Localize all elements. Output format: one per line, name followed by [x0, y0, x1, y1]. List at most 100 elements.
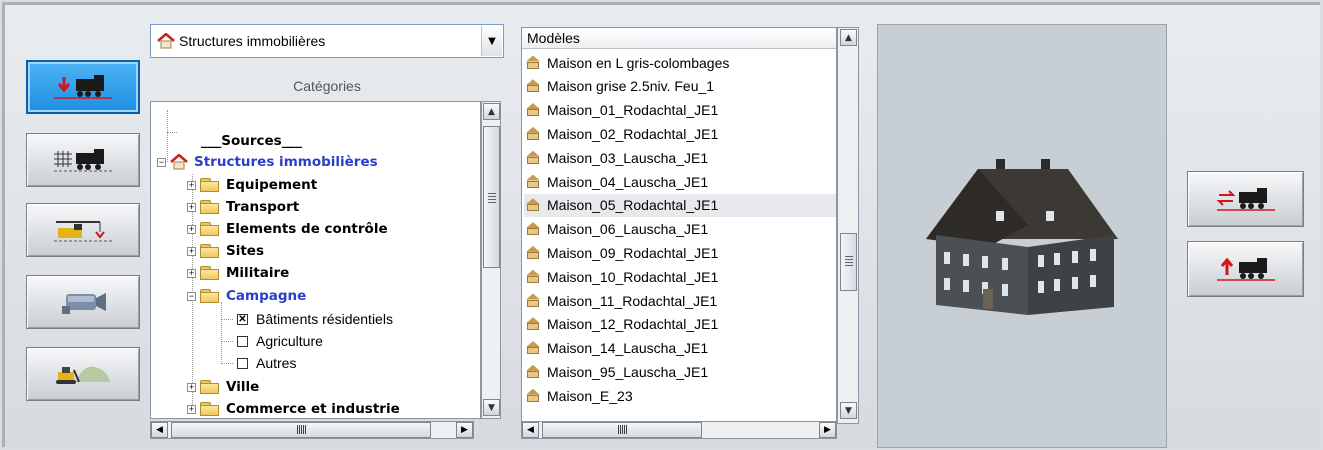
- category-select[interactable]: Structures immobilières ▼: [150, 24, 504, 58]
- list-item-label: Maison_06_Lauscha_JE1: [547, 221, 709, 238]
- chevron-down-icon[interactable]: ▼: [481, 26, 502, 56]
- list-item[interactable]: Maison_E_23: [524, 384, 836, 407]
- list-item[interactable]: Maison_05_Rodachtal_JE1: [524, 193, 836, 217]
- list-item[interactable]: Maison_11_Rodachtal_JE1: [524, 289, 836, 312]
- building-icon: [524, 317, 544, 331]
- expand-icon[interactable]: +: [187, 246, 196, 256]
- folder-icon: [200, 379, 220, 395]
- list-item-label: Maison_14_Lauscha_JE1: [547, 340, 709, 357]
- scroll-thumb[interactable]: [483, 126, 500, 268]
- checkbox-icon[interactable]: [237, 357, 248, 369]
- scroll-thumb[interactable]: [840, 233, 857, 291]
- building-icon: [524, 198, 544, 212]
- list-item-label: Maison grise 2.5niv. Feu_1: [547, 78, 715, 95]
- category-select-value: Structures immobilières: [179, 33, 326, 49]
- list-item-label: Maison_95_Lauscha_JE1: [547, 363, 709, 380]
- list-item[interactable]: Maison_01_Rodachtal_JE1: [524, 99, 836, 122]
- folder-icon: [200, 199, 220, 215]
- terrain-button[interactable]: [26, 347, 140, 401]
- list-item[interactable]: Maison_14_Lauscha_JE1: [524, 337, 836, 360]
- category-tree[interactable]: ___Sources___ − Structures immobilières …: [150, 101, 481, 419]
- list-item-label: Maison_05_Rodachtal_JE1: [547, 197, 719, 214]
- tree-item-equipement[interactable]: + Equipement: [187, 174, 317, 196]
- scroll-right-icon[interactable]: ▶: [456, 422, 473, 438]
- list-item[interactable]: Maison_02_Rodachtal_JE1: [524, 122, 836, 145]
- tree-item-label: Ville: [226, 379, 260, 395]
- scroll-left-icon[interactable]: ◀: [151, 422, 168, 438]
- list-item-label: Maison_E_23: [547, 387, 633, 404]
- tree-item-ville[interactable]: + Ville: [187, 376, 259, 398]
- building-icon: [524, 365, 544, 379]
- tree-item-elements-controle[interactable]: + Elements de contrôle: [187, 218, 388, 240]
- collapse-icon[interactable]: −: [187, 291, 196, 301]
- house-icon: [170, 154, 188, 170]
- models-list[interactable]: Modèles Maison en L gris-colombages Maiso…: [521, 27, 837, 424]
- list-item-label: Maison en L gris-colombages: [547, 54, 730, 71]
- scroll-up-icon[interactable]: ▲: [840, 29, 857, 46]
- building-icon: [524, 294, 544, 308]
- tree-item-label: Autres: [256, 355, 297, 371]
- list-item[interactable]: Maison_95_Lauscha_JE1: [524, 360, 836, 383]
- list-item[interactable]: Maison grise 2.5niv. Feu_1: [524, 75, 836, 98]
- expand-icon[interactable]: +: [187, 404, 196, 414]
- model-preview: [877, 24, 1167, 448]
- scroll-down-icon[interactable]: ▼: [840, 402, 857, 419]
- tree-item-batiments-residentiels[interactable]: ✕ Bâtiments résidentiels: [237, 308, 393, 330]
- building-icon: [524, 389, 544, 403]
- list-item-label: Maison_02_Rodachtal_JE1: [547, 125, 719, 142]
- video-camera-icon: [62, 293, 106, 314]
- folder-icon: [200, 265, 220, 281]
- scroll-right-icon[interactable]: ▶: [819, 422, 836, 438]
- tree-item-label: Campagne: [226, 288, 307, 304]
- list-item[interactable]: Maison_10_Rodachtal_JE1: [524, 265, 836, 288]
- scroll-down-icon[interactable]: ▼: [483, 399, 500, 416]
- tree-vertical-scrollbar[interactable]: ▲ ▼: [481, 101, 501, 419]
- scroll-up-icon[interactable]: ▲: [483, 103, 500, 120]
- checkbox-icon[interactable]: [237, 335, 248, 347]
- list-item-label: Maison_04_Lauscha_JE1: [547, 173, 709, 190]
- tree-item-militaire[interactable]: + Militaire: [187, 262, 289, 284]
- models-vertical-scrollbar[interactable]: ▲ ▼: [837, 27, 859, 424]
- list-item[interactable]: Maison_12_Rodachtal_JE1: [524, 313, 836, 336]
- building-icon: [524, 246, 544, 260]
- scroll-thumb[interactable]: |||||: [542, 422, 702, 438]
- tree-item-sources[interactable]: ___Sources___: [201, 130, 302, 152]
- expand-icon[interactable]: +: [187, 224, 196, 234]
- tree-item-campagne[interactable]: − Campagne: [187, 285, 306, 307]
- track-train-button[interactable]: [26, 133, 140, 187]
- swap-train-button[interactable]: [1187, 171, 1304, 227]
- crane-button[interactable]: [26, 203, 140, 257]
- train-swap-icon: [1216, 188, 1275, 211]
- scroll-thumb[interactable]: |||||: [171, 422, 431, 438]
- models-horizontal-scrollbar[interactable]: ◀ ||||| ▶: [521, 421, 837, 439]
- camera-button[interactable]: [26, 275, 140, 329]
- tree-item-autres[interactable]: Autres: [237, 352, 296, 374]
- list-item[interactable]: Maison_09_Rodachtal_JE1: [524, 241, 836, 264]
- tree-item-root[interactable]: − Structures immobilières: [157, 151, 378, 173]
- list-item[interactable]: Maison_06_Lauscha_JE1: [524, 218, 836, 241]
- list-item-label: Maison_01_Rodachtal_JE1: [547, 102, 719, 119]
- list-item-label: Maison_03_Lauscha_JE1: [547, 149, 709, 166]
- expand-icon[interactable]: +: [187, 202, 196, 212]
- tree-item-label: Transport: [226, 199, 300, 215]
- building-icon: [524, 56, 544, 70]
- place-train-button[interactable]: [26, 60, 140, 114]
- folder-icon: [200, 221, 220, 237]
- tree-item-sites[interactable]: + Sites: [187, 240, 264, 262]
- list-item[interactable]: Maison_03_Lauscha_JE1: [524, 146, 836, 169]
- tree-horizontal-scrollbar[interactable]: ◀ ||||| ▶: [150, 421, 474, 439]
- crane-icon: [54, 221, 112, 242]
- expand-icon[interactable]: +: [187, 382, 196, 392]
- building-icon: [524, 79, 544, 93]
- collapse-icon[interactable]: −: [157, 157, 166, 167]
- expand-icon[interactable]: +: [187, 268, 196, 278]
- lift-train-button[interactable]: [1187, 241, 1304, 297]
- expand-icon[interactable]: +: [187, 180, 196, 190]
- tree-item-transport[interactable]: + Transport: [187, 196, 299, 218]
- tree-item-agriculture[interactable]: Agriculture: [237, 330, 323, 352]
- tree-item-commerce-industrie[interactable]: + Commerce et industrie: [187, 398, 400, 418]
- list-item[interactable]: Maison en L gris-colombages: [524, 51, 836, 74]
- scroll-left-icon[interactable]: ◀: [522, 422, 539, 438]
- checkbox-checked-icon[interactable]: ✕: [237, 313, 248, 325]
- list-item[interactable]: Maison_04_Lauscha_JE1: [524, 170, 836, 193]
